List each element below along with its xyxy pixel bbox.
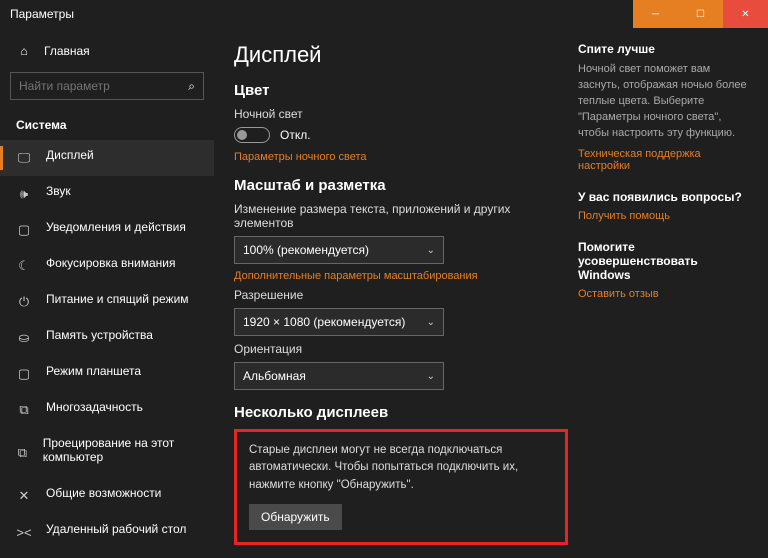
- shared-icon: ✕: [16, 488, 32, 504]
- chevron-down-icon: ⌄: [427, 245, 435, 256]
- resolution-dropdown[interactable]: 1920 × 1080 (рекомендуется) ⌄: [234, 308, 444, 336]
- scale-value: 100% (рекомендуется): [243, 243, 369, 257]
- home-icon: ⌂: [16, 44, 32, 58]
- sound-icon: 🕪: [16, 186, 32, 202]
- sleep-better-title: Спите лучше: [578, 42, 748, 56]
- scale-dropdown[interactable]: 100% (рекомендуется) ⌄: [234, 236, 444, 264]
- resolution-value: 1920 × 1080 (рекомендуется): [243, 315, 405, 329]
- sidebar-item-tablet[interactable]: ▢ Режим планшета: [0, 356, 214, 392]
- minimize-button[interactable]: ─: [633, 0, 678, 28]
- orientation-dropdown[interactable]: Альбомная ⌄: [234, 362, 444, 390]
- display-icon: 🖵: [16, 150, 32, 166]
- search-input[interactable]: [19, 79, 179, 93]
- sidebar-item-remote[interactable]: >< Удаленный рабочий стол: [0, 514, 214, 550]
- sidebar-item-shared[interactable]: ✕ Общие возможности: [0, 478, 214, 514]
- scale-label: Изменение размера текста, приложений и д…: [234, 202, 568, 230]
- sidebar-item-power[interactable]: ⏻ Питание и спящий режим: [0, 284, 214, 320]
- sleep-better-text: Ночной свет поможет вам заснуть, отображ…: [578, 62, 748, 142]
- search-icon: ⌕: [188, 79, 195, 94]
- get-help-link[interactable]: Получить помощь: [578, 210, 748, 222]
- tech-support-link[interactable]: Техническая поддержка настройки: [578, 148, 748, 172]
- focus-icon: ☾: [16, 258, 32, 274]
- orientation-value: Альбомная: [243, 369, 306, 383]
- sidebar-item-about[interactable]: ⓘ О системе: [0, 550, 214, 558]
- notifications-icon: ▢: [16, 222, 32, 238]
- sidebar-item-sound[interactable]: 🕪 Звук: [0, 176, 214, 212]
- sidebar-item-notifications[interactable]: ▢ Уведомления и действия: [0, 212, 214, 248]
- sidebar-item-multitask[interactable]: ⧉ Многозадачность: [0, 392, 214, 428]
- orientation-label: Ориентация: [234, 342, 568, 356]
- chevron-down-icon: ⌄: [427, 317, 435, 328]
- tablet-icon: ▢: [16, 366, 32, 382]
- questions-title: У вас появились вопросы?: [578, 190, 748, 204]
- sidebar-item-display[interactable]: 🖵 Дисплей: [0, 140, 214, 176]
- window-title: Параметры: [10, 7, 74, 21]
- maximize-button[interactable]: ☐: [678, 0, 723, 28]
- sidebar: ⌂ Главная ⌕ Система 🖵 Дисплей 🕪 Звук ▢ У…: [0, 28, 214, 558]
- content-area: Дисплей Цвет Ночной свет Откл. Параметры…: [234, 42, 568, 538]
- close-button[interactable]: ✕: [723, 0, 768, 28]
- home-label: Главная: [44, 44, 90, 58]
- detect-highlight-box: Старые дисплеи могут не всегда подключат…: [234, 429, 568, 545]
- chevron-down-icon: ⌄: [427, 371, 435, 382]
- scale-heading: Масштаб и разметка: [234, 177, 568, 194]
- projecting-icon: ⧉: [16, 445, 29, 461]
- side-panel: Спите лучше Ночной свет поможет вам засн…: [578, 42, 748, 538]
- feedback-link[interactable]: Оставить отзыв: [578, 288, 748, 300]
- feedback-title: Помогите усовершенствовать Windows: [578, 240, 748, 282]
- resolution-label: Разрешение: [234, 288, 568, 302]
- detect-button[interactable]: Обнаружить: [249, 504, 342, 530]
- night-light-toggle[interactable]: [234, 127, 270, 143]
- page-title: Дисплей: [234, 42, 568, 68]
- remote-icon: ><: [16, 525, 32, 540]
- multi-display-heading: Несколько дисплеев: [234, 404, 568, 421]
- night-light-state: Откл.: [280, 128, 311, 142]
- home-nav[interactable]: ⌂ Главная: [0, 38, 214, 64]
- advanced-scaling-link[interactable]: Дополнительные параметры масштабирования: [234, 270, 568, 282]
- titlebar: Параметры ─ ☐ ✕: [0, 0, 768, 28]
- sidebar-item-projecting[interactable]: ⧉ Проецирование на этот компьютер: [0, 428, 214, 478]
- night-light-label: Ночной свет: [234, 107, 568, 121]
- color-heading: Цвет: [234, 82, 568, 99]
- multi-display-text: Старые дисплеи могут не всегда подключат…: [249, 442, 553, 494]
- storage-icon: ⛀: [16, 330, 32, 346]
- sidebar-item-focus[interactable]: ☾ Фокусировка внимания: [0, 248, 214, 284]
- night-light-settings-link[interactable]: Параметры ночного света: [234, 151, 568, 163]
- power-icon: ⏻: [16, 294, 32, 310]
- sidebar-item-storage[interactable]: ⛀ Память устройства: [0, 320, 214, 356]
- search-box[interactable]: ⌕: [10, 72, 204, 100]
- section-label: Система: [0, 114, 214, 140]
- multitask-icon: ⧉: [16, 402, 32, 418]
